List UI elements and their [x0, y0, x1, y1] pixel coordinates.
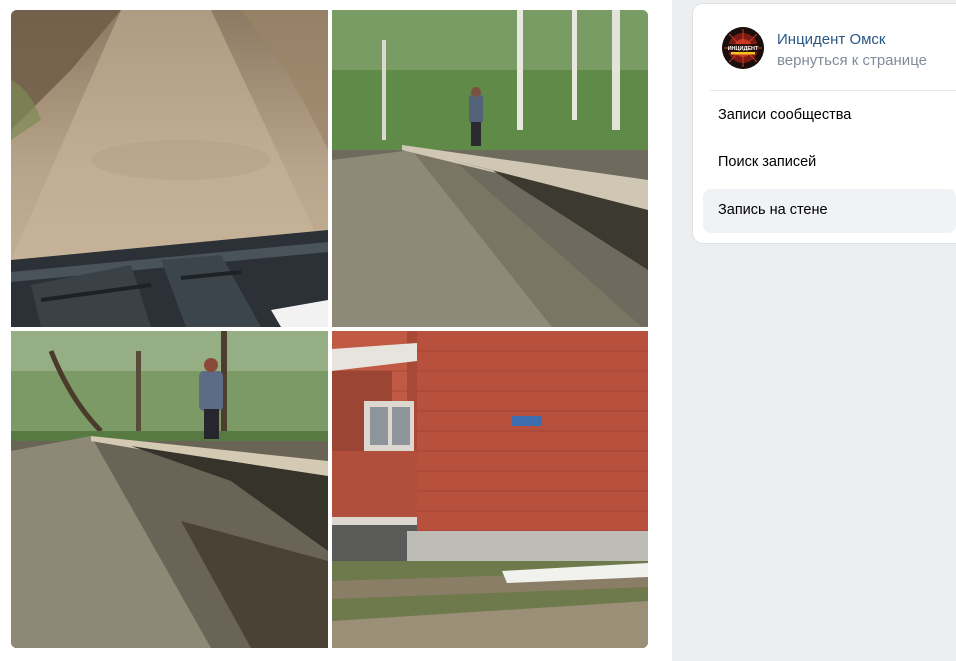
menu-item-label: Записи сообщества — [718, 107, 852, 123]
menu-item-wall-post[interactable]: Запись на стене — [703, 189, 956, 233]
post-photo-1[interactable] — [11, 10, 328, 327]
post-card — [0, 0, 672, 661]
menu-item-label: Запись на стене — [718, 202, 828, 218]
menu-item-community-posts[interactable]: Записи сообщества — [703, 94, 956, 138]
menu-item-label: Поиск записей — [718, 154, 817, 170]
avatar-logo-text: ИНЦИДЕНТ — [728, 46, 759, 52]
group-link[interactable]: ИНЦИДЕНТ Инцидент Омск вернуться к стран… — [693, 4, 956, 88]
menu-item-search-posts[interactable]: Поиск записей — [703, 141, 956, 185]
back-to-page-link[interactable]: вернуться к странице — [777, 52, 927, 69]
photo-flooded-path-image — [332, 10, 648, 327]
post-photo-3[interactable] — [11, 331, 328, 648]
photo-dirt-road-image — [11, 10, 328, 327]
side-menu: ИНЦИДЕНТ Инцидент Омск вернуться к стран… — [693, 4, 956, 243]
photo-forest-path-image — [11, 331, 328, 648]
post-photo-2[interactable] — [332, 10, 648, 327]
group-avatar-image: ИНЦИДЕНТ — [722, 27, 764, 69]
post-photo-4[interactable] — [332, 331, 648, 648]
menu-divider — [710, 90, 956, 91]
group-avatar[interactable]: ИНЦИДЕНТ — [722, 27, 764, 69]
group-name[interactable]: Инцидент Омск — [777, 31, 886, 48]
photo-brick-building-image — [332, 331, 648, 648]
